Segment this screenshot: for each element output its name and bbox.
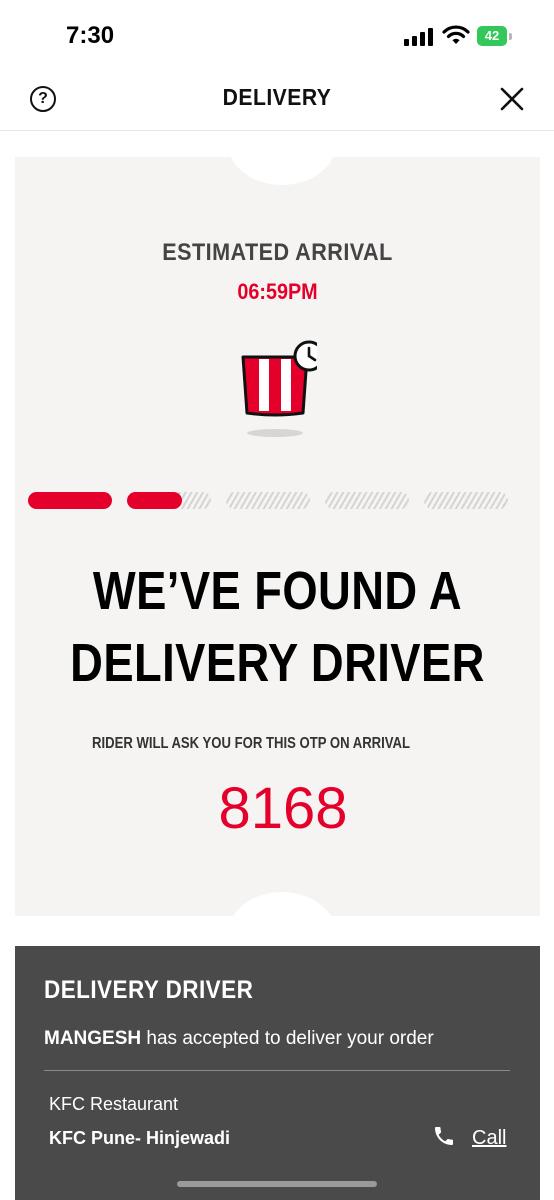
status-headline: WE’VE FOUND A DELIVERY DRIVER — [57, 555, 498, 699]
progress-segment — [127, 492, 211, 509]
order-progress-bar — [28, 492, 528, 510]
driver-name: MANGESH — [44, 1028, 142, 1049]
wifi-icon — [442, 25, 470, 44]
restaurant-name: KFC Pune- Hinjewadi — [49, 1128, 231, 1148]
driver-message-text: has accepted to deliver your order — [141, 1028, 434, 1049]
progress-segment — [226, 492, 310, 509]
progress-segment — [424, 492, 508, 509]
phone-icon — [435, 1127, 453, 1145]
otp-code: 8168 — [218, 776, 348, 841]
delivery-driver-panel: DELIVERY DRIVER MANGESH has accepted to … — [15, 946, 540, 1200]
restaurant-label: KFC Restaurant — [49, 1094, 179, 1114]
progress-segment — [28, 492, 112, 509]
divider — [44, 1070, 510, 1071]
page-title: DELIVERY — [222, 84, 332, 110]
headline-line-2: DELIVERY DRIVER — [70, 633, 485, 693]
home-indicator — [177, 1181, 377, 1187]
ticket-notch — [227, 892, 337, 916]
call-button[interactable]: Call — [432, 1124, 512, 1154]
headline-line-1: WE’VE FOUND A — [92, 561, 463, 621]
eta-label: ESTIMATED ARRIVAL — [162, 239, 393, 266]
delivery-status-card: ESTIMATED ARRIVAL 06:59PM WE’VE FOUND A … — [15, 157, 540, 916]
progress-segment-fill — [127, 492, 182, 509]
progress-segment-fill — [28, 492, 112, 509]
close-icon[interactable] — [499, 86, 525, 112]
battery-icon: 42 — [477, 26, 513, 48]
ticket-notch — [227, 157, 337, 185]
header: ? DELIVERY — [0, 70, 554, 131]
status-bar: 7:30 42 — [0, 0, 554, 70]
bucket-clock-icon — [241, 340, 317, 437]
cellular-signal-icon — [404, 28, 433, 46]
call-label: Call — [472, 1127, 507, 1149]
driver-message: MANGESH has accepted to deliver your ord… — [44, 1028, 434, 1050]
progress-segment — [325, 492, 409, 509]
eta-time: 06:59PM — [237, 279, 318, 304]
status-time: 7:30 — [66, 22, 115, 49]
battery-level: 42 — [484, 28, 500, 43]
driver-panel-title: DELIVERY DRIVER — [44, 976, 254, 1004]
otp-label: RIDER WILL ASK YOU FOR THIS OTP ON ARRIV… — [92, 735, 411, 752]
